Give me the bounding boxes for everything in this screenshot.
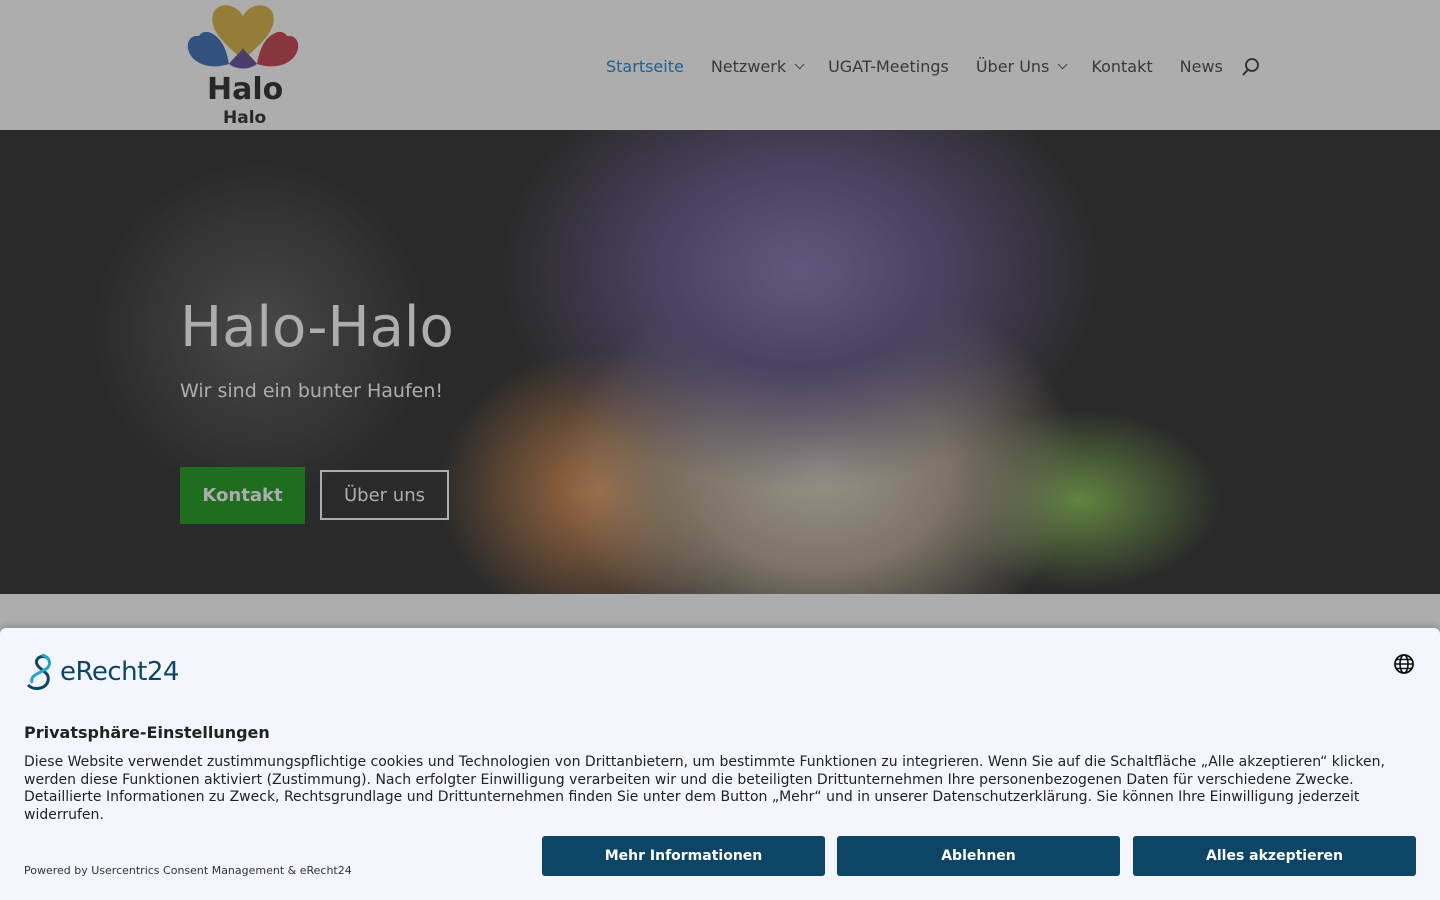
consent-title: Privatsphäre-Einstellungen <box>24 723 270 742</box>
accept-all-button[interactable]: Alles akzeptieren <box>1133 836 1416 876</box>
language-globe-icon[interactable] <box>1393 653 1415 675</box>
consent-powered-by: Powered by Usercentrics Consent Manageme… <box>24 864 352 877</box>
deny-button[interactable]: Ablehnen <box>837 836 1120 876</box>
brand-name: eRecht24 <box>60 657 179 687</box>
more-info-button[interactable]: Mehr Informationen <box>542 836 825 876</box>
erecht24-mark-icon <box>26 653 51 690</box>
consent-banner: eRecht24 Privatsphäre-Einstellungen Dies… <box>0 628 1440 900</box>
consent-description: Diese Website verwendet zustimmungspflic… <box>24 754 1385 823</box>
erecht24-logo: eRecht24 <box>24 652 179 692</box>
